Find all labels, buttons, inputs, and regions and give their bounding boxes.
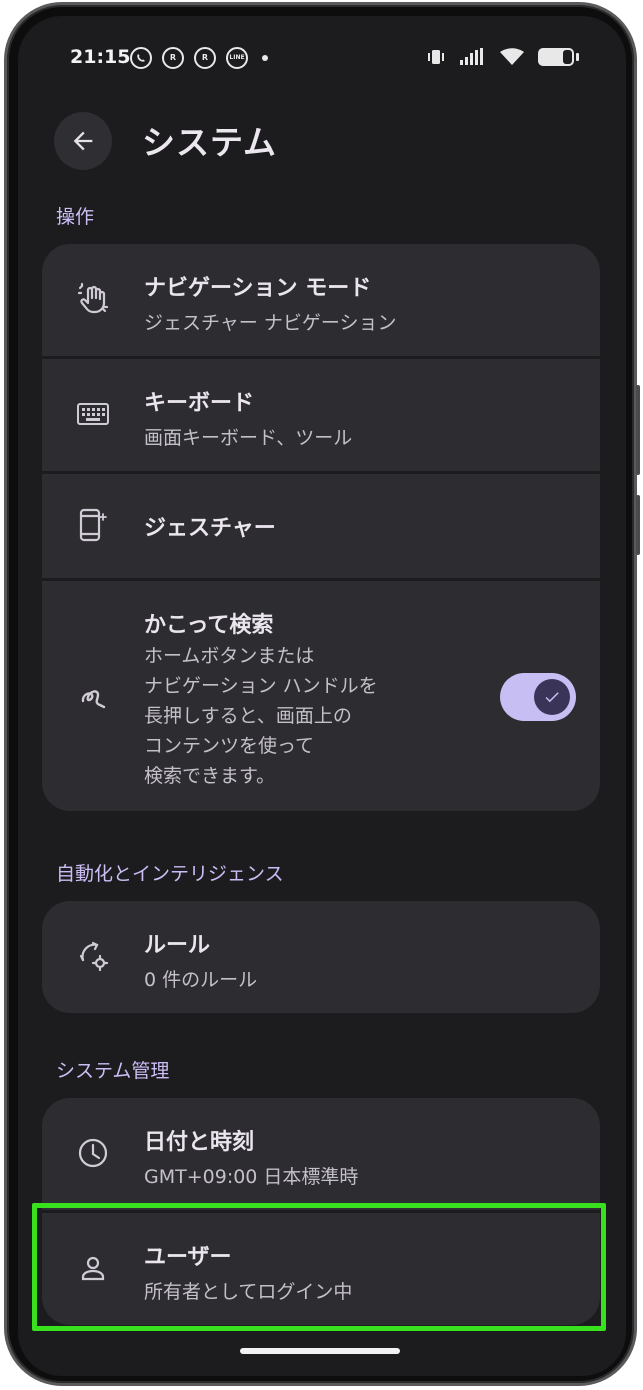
keyboard-title: キーボード	[144, 391, 255, 416]
rules-title: ルール	[144, 933, 211, 958]
status-time: 21:15	[70, 46, 131, 68]
person-icon	[76, 1251, 110, 1285]
section-header-management: システム管理	[56, 1060, 170, 1082]
circle-search-icon	[76, 679, 110, 713]
section-header-automation: 自動化とインテリジェンス	[56, 863, 284, 885]
circle-to-search-toggle[interactable]	[500, 673, 576, 721]
navigation-mode-subtitle: ジェスチャー ナビゲーション	[144, 312, 397, 334]
home-indicator[interactable]	[240, 1348, 400, 1354]
arrow-back-icon	[73, 131, 93, 151]
keyboard-subtitle: 画面キーボード、ツール	[144, 427, 353, 449]
circle-to-search-item[interactable]: かこって検索 ホームボタンまたは ナビゲーション ハンドルを 長押しすると、画面…	[42, 581, 600, 811]
gestures-item[interactable]: ジェスチャー	[42, 474, 600, 578]
notification-icons: R R LINE	[130, 47, 268, 69]
operation-card-group: ナビゲーション モード ジェスチャー ナビゲーション キーボード 画面キーボード…	[42, 244, 600, 811]
rules-item[interactable]: ルール 0 件のルール	[42, 901, 600, 1013]
vibrate-icon	[428, 50, 444, 64]
date-time-item[interactable]: 日付と時刻 GMT+09:00 日本標準時	[42, 1098, 600, 1210]
rules-subtitle: 0 件のルール	[144, 969, 258, 991]
more-notifications-dot	[262, 55, 268, 61]
wifi-icon	[500, 48, 524, 65]
date-time-subtitle: GMT+09:00 日本標準時	[144, 1166, 359, 1188]
status-bar: 21:15 R R LINE	[18, 44, 626, 74]
automation-card-group: ルール 0 件のルール	[42, 901, 600, 1013]
users-subtitle: 所有者としてログイン中	[144, 1281, 353, 1303]
system-status-icons	[412, 48, 579, 66]
circle-to-search-description: ホームボタンまたは ナビゲーション ハンドルを 長押しすると、画面上の コンテン…	[144, 645, 378, 787]
navigation-mode-item[interactable]: ナビゲーション モード ジェスチャー ナビゲーション	[42, 244, 600, 356]
date-time-title: 日付と時刻	[144, 1130, 255, 1155]
viber-icon	[130, 47, 152, 69]
back-button[interactable]	[54, 112, 112, 170]
keyboard-icon	[76, 397, 110, 431]
page-title: システム	[142, 123, 278, 162]
gesture-hand-icon	[76, 282, 110, 316]
check-icon	[545, 692, 559, 703]
management-card-group: 日付と時刻 GMT+09:00 日本標準時 ユーザー 所有者としてログイン中	[42, 1098, 600, 1325]
battery-icon	[538, 48, 579, 66]
gestures-title: ジェスチャー	[144, 516, 276, 541]
screen: 21:15 R R LINE システム 操作 ナビゲーション モード ジェスチャ…	[18, 16, 626, 1376]
signal-icon	[460, 48, 483, 65]
volume-button	[636, 385, 640, 475]
power-button	[636, 495, 640, 555]
users-item[interactable]: ユーザー 所有者としてログイン中	[42, 1213, 600, 1325]
users-title: ユーザー	[144, 1245, 232, 1270]
line-icon: LINE	[226, 47, 248, 69]
rakuten-link-icon-2: R	[194, 47, 216, 69]
clock-icon	[76, 1136, 110, 1170]
phone-gesture-icon	[76, 508, 110, 542]
rakuten-link-icon: R	[162, 47, 184, 69]
section-header-operation: 操作	[56, 206, 95, 228]
keyboard-item[interactable]: キーボード 画面キーボード、ツール	[42, 359, 600, 471]
rules-sync-icon	[76, 939, 110, 973]
navigation-mode-title: ナビゲーション モード	[144, 276, 372, 301]
circle-to-search-title: かこって検索	[144, 613, 274, 638]
toggle-knob	[534, 679, 570, 715]
